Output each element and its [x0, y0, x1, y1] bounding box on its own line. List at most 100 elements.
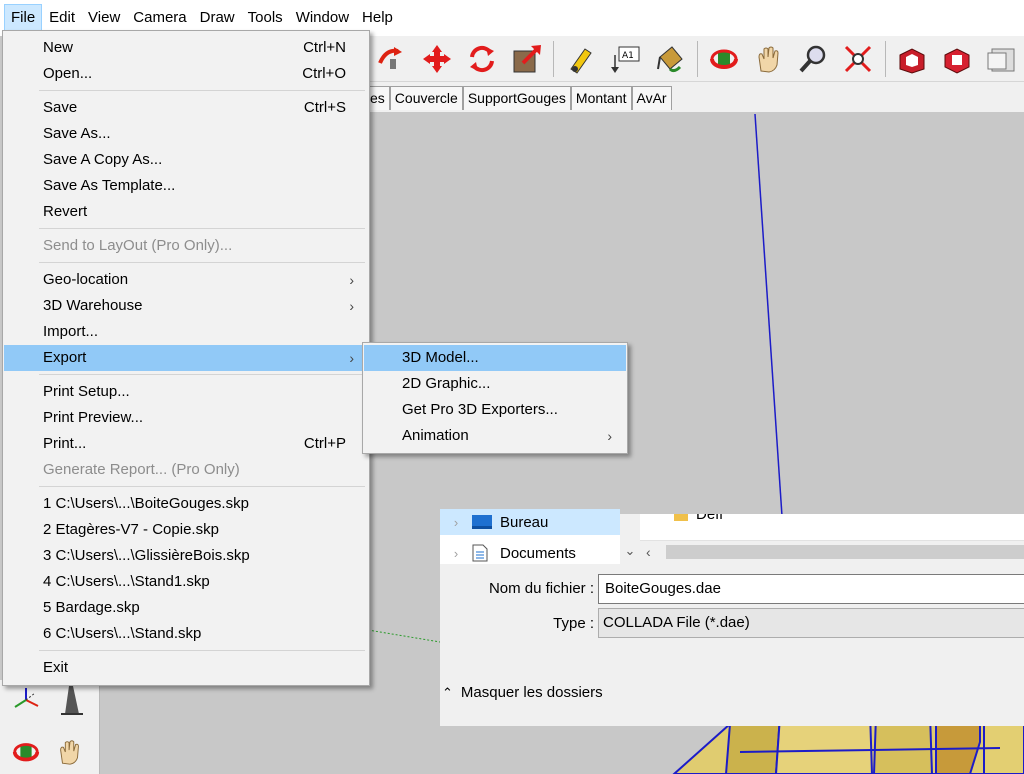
menu-item-label: Import... — [43, 323, 99, 340]
file-menu-revert[interactable]: Revert — [4, 199, 368, 225]
file-list-horizontal-scrollbar[interactable]: ‹ — [640, 540, 1024, 562]
menu-item-label: 2D Graphic... — [402, 375, 491, 392]
export-animation[interactable]: Animation › — [364, 423, 626, 449]
menu-file[interactable]: File — [4, 4, 43, 32]
menu-help[interactable]: Help — [356, 4, 399, 32]
nav-item-label: Documents — [500, 544, 576, 562]
paint-bucket-icon[interactable] — [651, 39, 690, 79]
menu-item-label: 3D Model... — [402, 349, 479, 366]
file-menu-3d-warehouse[interactable]: 3D Warehouse › — [4, 293, 368, 319]
hide-folders-label: Masquer les dossiers — [460, 684, 603, 701]
menu-edit[interactable]: Edit — [43, 4, 81, 32]
dialog-file-list[interactable]: Défi — [640, 514, 1024, 540]
file-menu-open[interactable]: Open... Ctrl+O — [4, 61, 368, 87]
file-menu-recent-2[interactable]: 2 Etagères-V7 - Copie.skp — [4, 517, 368, 543]
file-menu-recent-5[interactable]: 5 Bardage.skp — [4, 595, 368, 621]
menu-item-label: New — [43, 39, 74, 56]
menu-separator — [39, 650, 365, 651]
hide-folders-button[interactable]: ⌃ Masquer les dossiers — [442, 684, 603, 701]
file-menu-save-a-copy-as[interactable]: Save A Copy As... — [4, 147, 368, 173]
menu-view[interactable]: View — [82, 4, 126, 32]
menu-draw[interactable]: Draw — [194, 4, 241, 32]
file-menu-new[interactable]: New Ctrl+N — [4, 35, 368, 61]
file-menu-import[interactable]: Import... — [4, 319, 368, 345]
menu-item-label: 3 C:\Users\...\GlissièreBois.skp — [43, 547, 250, 564]
type-label: Type : — [553, 615, 594, 632]
axes-icon[interactable] — [8, 682, 44, 718]
menu-window[interactable]: Window — [290, 4, 355, 32]
file-menu-recent-6[interactable]: 6 C:\Users\...\Stand.skp — [4, 621, 368, 647]
warehouse-icon[interactable] — [893, 39, 932, 79]
extension-warehouse-icon[interactable] — [937, 39, 976, 79]
file-menu-save[interactable]: Save Ctrl+S — [4, 95, 368, 121]
menu-item-label: Animation — [402, 427, 469, 444]
scene-tab-montant[interactable]: Montant — [570, 86, 632, 110]
file-menu-print-setup[interactable]: Print Setup... — [4, 379, 368, 405]
nav-item-bureau[interactable]: › Bureau — [440, 509, 620, 535]
text-icon[interactable]: A1 — [606, 39, 645, 79]
menu-item-label: Open... — [43, 65, 93, 82]
zoom-icon[interactable] — [794, 39, 833, 79]
menu-tools[interactable]: Tools — [242, 4, 289, 32]
menu-camera[interactable]: Camera — [127, 4, 192, 32]
menu-separator — [39, 228, 365, 229]
pan-icon[interactable] — [52, 734, 88, 770]
nav-item-label: Bureau — [500, 513, 549, 531]
filename-input[interactable]: BoiteGouges.dae — [598, 574, 1024, 604]
nav-item-documents[interactable]: › Documents — [440, 540, 620, 566]
file-menu-export[interactable]: Export › — [4, 345, 368, 371]
file-menu-recent-1[interactable]: 1 C:\Users\...\BoiteGouges.skp — [4, 491, 368, 517]
menu-item-label: 3D Warehouse — [43, 297, 143, 314]
menu-item-label: Save A Copy As... — [43, 151, 163, 168]
submenu-arrow-icon: › — [607, 428, 612, 444]
file-menu-exit[interactable]: Exit — [4, 655, 368, 681]
menu-item-shortcut: Ctrl+P — [303, 435, 346, 452]
move-icon[interactable] — [418, 39, 457, 79]
menu-item-label: 4 C:\Users\...\Stand1.skp — [43, 573, 210, 590]
file-menu-recent-4[interactable]: 4 C:\Users\...\Stand1.skp — [4, 569, 368, 595]
menu-item-label: Generate Report... (Pro Only) — [43, 461, 240, 478]
documents-folder-icon — [472, 544, 494, 562]
file-menu-recent-3[interactable]: 3 C:\Users\...\GlissièreBois.skp — [4, 543, 368, 569]
file-menu-print-preview[interactable]: Print Preview... — [4, 405, 368, 431]
expand-chevron-icon[interactable]: › — [440, 546, 472, 561]
menu-separator — [39, 90, 365, 91]
scale-icon[interactable] — [507, 39, 546, 79]
menu-item-label: Print Preview... — [43, 409, 144, 426]
rotate-icon[interactable] — [463, 39, 502, 79]
layout-icon[interactable] — [982, 39, 1021, 79]
menu-item-label: Get Pro 3D Exporters... — [402, 401, 558, 418]
pan-icon[interactable] — [749, 39, 788, 79]
section-plane-icon[interactable] — [52, 682, 88, 718]
menu-item-label: Print Setup... — [43, 383, 130, 400]
scene-tab-supportgouges[interactable]: SupportGouges — [462, 86, 571, 110]
toolbar-separator — [696, 40, 698, 77]
scene-tab-avar[interactable]: AvAr — [631, 86, 672, 110]
scrollbar-thumb[interactable] — [666, 545, 1024, 559]
export-3d-model[interactable]: 3D Model... — [364, 345, 626, 371]
desktop-folder-icon — [472, 513, 494, 531]
scene-tab-couvercle[interactable]: Couvercle — [389, 86, 463, 110]
file-menu-geo-location[interactable]: Geo-location › — [4, 267, 368, 293]
export-save-dialog: › Bureau › Documents ⌄ Défi ‹ Nom du fic… — [440, 509, 1024, 726]
file-menu-print[interactable]: Print... Ctrl+P — [4, 431, 368, 457]
file-menu-dropdown: New Ctrl+N Open... Ctrl+O Save Ctrl+S Sa… — [2, 30, 370, 686]
file-type-select[interactable]: COLLADA File (*.dae) — [598, 608, 1024, 638]
tape-measure-icon[interactable] — [561, 39, 600, 79]
file-list-item[interactable]: Défi — [674, 514, 723, 523]
orbit-icon[interactable] — [705, 39, 744, 79]
scene-tab[interactable]: es — [370, 86, 390, 110]
nav-dropdown-chevron-icon[interactable]: ⌄ — [620, 540, 640, 562]
menu-separator — [39, 374, 365, 375]
orbit-icon[interactable] — [8, 734, 44, 770]
zoom-extents-icon[interactable] — [839, 39, 878, 79]
file-menu-save-as[interactable]: Save As... — [4, 121, 368, 147]
submenu-arrow-icon: › — [349, 350, 354, 366]
follow-me-icon[interactable] — [373, 39, 412, 79]
scroll-left-icon[interactable]: ‹ — [646, 541, 651, 563]
export-2d-graphic[interactable]: 2D Graphic... — [364, 371, 626, 397]
file-menu-save-as-template[interactable]: Save As Template... — [4, 173, 368, 199]
export-get-pro-3d-exporters[interactable]: Get Pro 3D Exporters... — [364, 397, 626, 423]
expand-chevron-icon[interactable]: › — [440, 515, 472, 530]
svg-text:A1: A1 — [622, 51, 634, 61]
